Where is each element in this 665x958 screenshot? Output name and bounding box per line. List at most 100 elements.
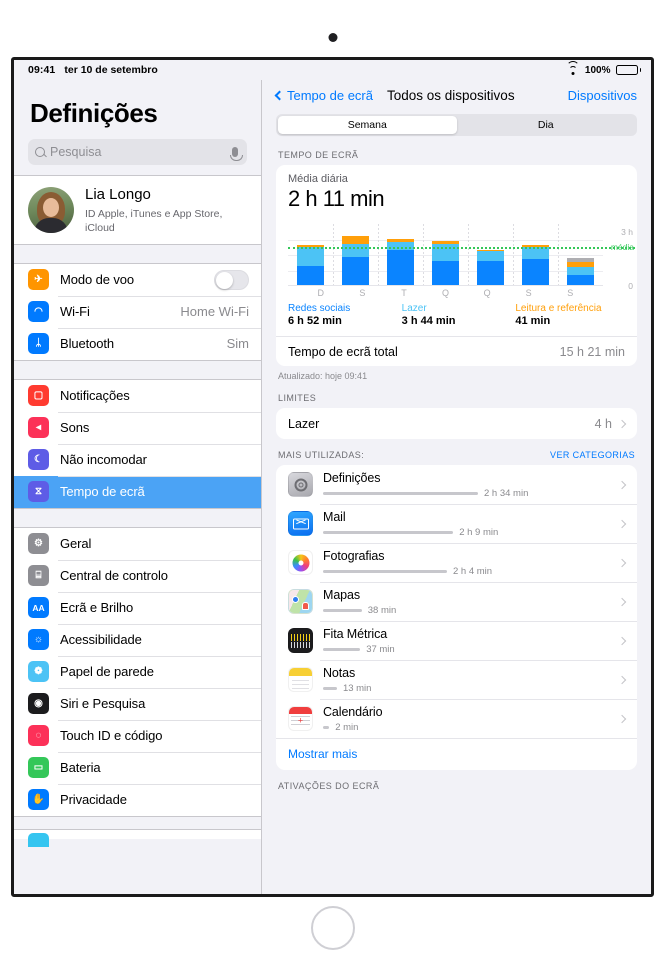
sidebar-item-papel-de-parede[interactable]: ❁ Papel de parede: [14, 655, 261, 688]
app-usage-row[interactable]: Fita Métrica 37 min: [276, 621, 637, 660]
airplane-mode-toggle[interactable]: [214, 269, 249, 290]
sidebar-item-central-de-controlo[interactable]: ⌸ Central de controlo: [14, 559, 261, 592]
most-used-section-header: MAIS UTILIZADAS: VER CATEGORIAS: [276, 439, 637, 465]
sidebar-item-acessibilidade[interactable]: ☼ Acessibilidade: [14, 623, 261, 656]
chart-bar-column[interactable]: [468, 224, 513, 285]
sidebar-item-value: Home Wi-Fi: [180, 304, 249, 320]
sidebar-spacer-4: [14, 816, 261, 829]
chart-bar-segment: [296, 266, 325, 285]
chart-stacked-bar: [341, 235, 370, 285]
sidebar-item-siri-e-pesquisa[interactable]: ◉ Siri e Pesquisa: [14, 687, 261, 720]
app-name: Fita Métrica: [323, 626, 388, 641]
account-name: Lia Longo: [85, 186, 151, 203]
app-info: Notas 13 min: [323, 666, 602, 694]
chart-average-label: média: [610, 241, 634, 252]
app-usage-time: 38 min: [367, 604, 397, 616]
app-usage-row[interactable]: Definições 2 h 34 min: [276, 465, 637, 504]
screen-bezel: 09:41 ter 10 de setembro 100% Definições: [11, 57, 654, 897]
limit-row-lazer[interactable]: Lazer 4 h: [276, 408, 637, 439]
devices-button[interactable]: Dispositivos: [568, 88, 637, 103]
app-usage-bar: [323, 491, 478, 495]
sidebar-item-sons[interactable]: ◂ Sons: [14, 411, 261, 444]
chart-bar-column[interactable]: [558, 224, 603, 285]
search-icon: [35, 147, 45, 157]
app-usage-row[interactable]: Notas 13 min: [276, 660, 637, 699]
app-info: Mail 2 h 9 min: [323, 510, 602, 538]
home-button[interactable]: [310, 906, 355, 950]
sidebar-item-tempo-de-ecr[interactable]: ⧖ Tempo de ecrã: [14, 475, 261, 508]
microphone-icon[interactable]: [229, 147, 243, 161]
app-usage-bar: [323, 725, 330, 729]
chevron-right-icon: [617, 597, 627, 606]
app-usage-time: 2 min: [335, 721, 359, 733]
tab-semana[interactable]: Semana: [278, 116, 457, 134]
sidebar-item-label: Touch ID e código: [60, 728, 163, 744]
chart-stacked-bar: [521, 245, 550, 285]
sidebar-partial-row[interactable]: [14, 828, 261, 847]
tab-dia[interactable]: Dia: [457, 116, 636, 134]
app-usage-row[interactable]: Mail 2 h 9 min: [276, 504, 637, 543]
settings-sidebar[interactable]: Definições Pesquisa Lia Longo ID Apple, …: [14, 80, 262, 894]
sidebar-item-bluetooth[interactable]: ᛦ Bluetooth Sim: [14, 327, 261, 360]
chart-legend-item: Redes sociais 6 h 52 min: [288, 303, 398, 327]
sidebar-item-bateria[interactable]: ▭ Bateria: [14, 751, 261, 784]
status-indicators: 100%: [566, 61, 641, 76]
chevron-right-icon: [617, 558, 627, 567]
limit-label: Lazer: [288, 416, 320, 431]
app-name: Mapas: [323, 587, 361, 602]
sidebar-item-modo-de-voo[interactable]: ✈ Modo de voo: [14, 263, 261, 296]
detail-scroll-area[interactable]: TEMPO DE ECRÃ Média diária 2 h 11 min mé…: [262, 148, 651, 894]
search-input[interactable]: Pesquisa: [28, 139, 247, 165]
chart-bar-column[interactable]: [513, 224, 558, 285]
chart-x-tick: Q: [483, 288, 491, 298]
app-usage-row[interactable]: Fotografias 2 h 4 min: [276, 543, 637, 582]
sidebar-item-label: Privacidade: [60, 792, 127, 808]
app-name: Notas: [323, 665, 356, 680]
chart-bar-segment: [566, 267, 595, 276]
chart-bar-column[interactable]: [333, 224, 378, 285]
sidebar-item-geral[interactable]: ⚙ Geral: [14, 527, 261, 560]
measure-app-icon: [288, 628, 313, 653]
ipad-device: 09:41 ter 10 de setembro 100% Definições: [0, 0, 665, 958]
accessibility-icon: ☼: [28, 629, 49, 651]
chart-bar-column[interactable]: [423, 224, 468, 285]
battery-icon: ▭: [28, 757, 49, 779]
app-info: Mapas 38 min: [323, 588, 602, 616]
screentime-header-label: TEMPO DE ECRÃ: [278, 150, 359, 160]
chart-bar-segment: [386, 249, 415, 285]
sidebar-item-touch-id-e-c-digo[interactable]: ◌ Touch ID e código: [14, 719, 261, 752]
sidebar-item-n-o-incomodar[interactable]: ☾ Não incomodar: [14, 443, 261, 476]
account-subtitle: ID Apple, iTunes e App Store, iCloud: [85, 207, 223, 234]
back-button[interactable]: Tempo de ecrã: [274, 88, 373, 103]
sidebar-item-ecr-e-brilho[interactable]: AA Ecrã e Brilho: [14, 591, 261, 624]
most-used-apps-card: Definições 2 h 34 min Mail 2 h 9 min Fotogra…: [276, 465, 637, 770]
apple-account-row[interactable]: Lia Longo ID Apple, iTunes e App Store, …: [14, 176, 261, 244]
updated-timestamp: Atualizado: hoje 09:41: [278, 371, 368, 381]
limits-header-label: LIMITES: [278, 393, 317, 403]
app-usage-row[interactable]: + Calendário 2 min: [276, 699, 637, 738]
battery-icon: [615, 65, 641, 75]
chart-bar-column[interactable]: [288, 224, 333, 285]
chart-average-line: [288, 246, 635, 249]
average-label: Média diária: [288, 173, 348, 185]
view-categories-button[interactable]: VER CATEGORIAS: [550, 450, 635, 460]
pickups-section-header: ATIVAÇÕES DO ECRÃ: [276, 770, 637, 796]
sidebar-spacer-2: [14, 360, 261, 379]
app-info: Fita Métrica 37 min: [323, 627, 602, 655]
period-segmented-control[interactable]: Semana Dia: [276, 114, 637, 136]
limits-card: Lazer 4 h: [276, 408, 637, 439]
chart-y-tick-bottom: 0: [628, 281, 633, 291]
chart-bars: [288, 224, 603, 285]
chart-legend-value: 41 min: [515, 315, 551, 327]
sidebar-item-notifica-es[interactable]: ▢ Notificações: [14, 379, 261, 412]
screentime-section-header: TEMPO DE ECRÃ: [276, 148, 637, 165]
app-usage-row[interactable]: Mapas 38 min: [276, 582, 637, 621]
screen-time-chart[interactable]: média 3 h 0 D S T Q Q S S: [276, 218, 637, 300]
sidebar-item-privacidade[interactable]: ✋ Privacidade: [14, 783, 261, 816]
chart-bar-column[interactable]: [378, 224, 423, 285]
chevron-left-icon: [274, 90, 285, 100]
status-date: ter 10 de setembro: [64, 64, 158, 76]
show-more-button[interactable]: Mostrar mais: [276, 738, 637, 770]
sidebar-item-wi-fi[interactable]: ◠ Wi-Fi Home Wi-Fi: [14, 295, 261, 328]
chevron-right-icon: [617, 714, 627, 723]
